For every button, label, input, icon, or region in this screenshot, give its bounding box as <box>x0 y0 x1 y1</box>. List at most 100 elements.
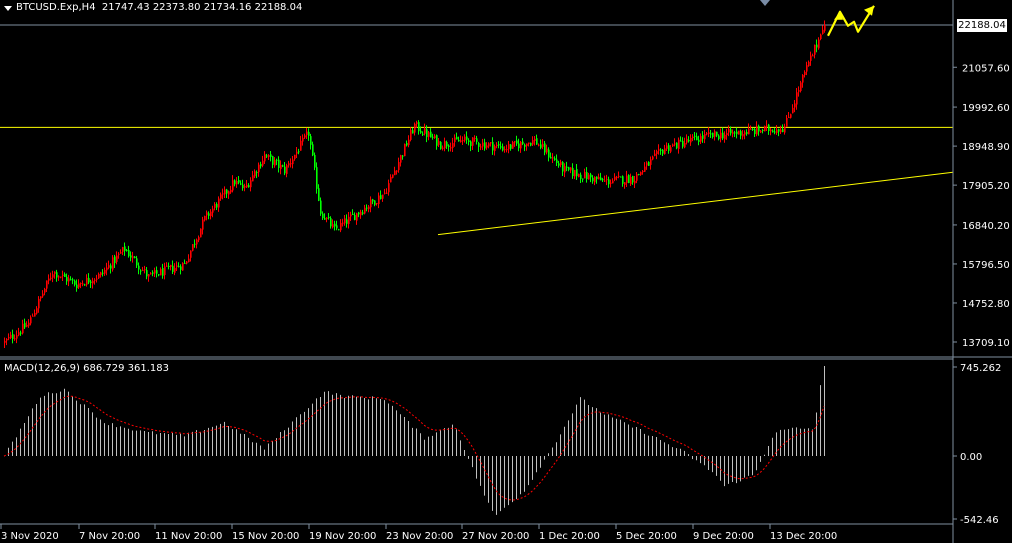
candle <box>84 283 86 286</box>
candle <box>498 141 500 149</box>
time-tick-label: 19 Nov 20:00 <box>309 531 376 542</box>
candle <box>344 215 346 226</box>
candle <box>304 133 306 140</box>
candle <box>378 192 380 209</box>
candle <box>632 175 634 185</box>
candle <box>546 144 548 155</box>
chart-window[interactable]: 21057.60 19992.60 18948.90 17905.20 16840.20… <box>0 0 1012 543</box>
candle <box>434 134 436 139</box>
candle <box>624 182 626 189</box>
candle <box>210 209 212 220</box>
candle <box>208 211 210 220</box>
candle <box>170 264 172 271</box>
chart-shift-marker-icon[interactable] <box>760 0 770 6</box>
candle <box>238 176 240 185</box>
main-price-panel <box>0 5 954 348</box>
candle <box>800 80 802 93</box>
candle <box>456 132 458 140</box>
candle <box>192 244 194 252</box>
candle <box>506 144 508 153</box>
candle <box>704 129 706 144</box>
candle <box>156 266 158 278</box>
candle <box>246 179 248 188</box>
candle <box>440 141 442 150</box>
candle <box>352 209 354 215</box>
candle <box>388 179 390 196</box>
candle <box>116 251 118 265</box>
candle <box>586 167 588 183</box>
chart-menu-triangle-icon[interactable] <box>4 6 12 11</box>
candle <box>760 129 762 134</box>
candle <box>666 142 668 151</box>
candle <box>792 104 794 114</box>
candle <box>746 129 748 136</box>
chart-canvas[interactable]: 21057.60 19992.60 18948.90 17905.20 16840.20… <box>0 0 1012 543</box>
candle <box>660 148 662 155</box>
candle <box>324 213 326 220</box>
candle <box>480 143 482 151</box>
price-tick-label: 18948.90 <box>962 142 1010 153</box>
candle <box>710 130 712 138</box>
candle <box>336 220 338 231</box>
candle <box>94 278 96 285</box>
candle <box>520 140 522 153</box>
candle <box>424 123 426 136</box>
candle <box>770 127 772 136</box>
candle <box>466 131 468 144</box>
candle <box>776 124 778 135</box>
candle <box>672 143 674 148</box>
candle <box>664 144 666 155</box>
candle <box>354 212 356 221</box>
candle <box>512 140 514 149</box>
candle <box>148 274 150 282</box>
candle <box>290 158 292 168</box>
macd-tick-label: 745.262 <box>960 363 1001 374</box>
candle <box>806 61 808 76</box>
candle <box>198 235 200 243</box>
candle <box>296 147 298 158</box>
candle <box>166 262 168 267</box>
candle <box>532 136 534 146</box>
macd-panel <box>3 365 825 515</box>
candle <box>442 145 444 151</box>
candle <box>620 176 622 178</box>
candle <box>200 228 202 238</box>
candle <box>78 279 80 290</box>
candle <box>214 202 216 211</box>
candle <box>458 136 460 142</box>
candle <box>768 123 770 135</box>
candle <box>570 167 572 174</box>
candle <box>798 86 800 97</box>
candle <box>748 123 750 135</box>
candle <box>682 137 684 149</box>
candle <box>648 161 650 167</box>
candle <box>20 330 22 336</box>
candle <box>168 262 170 270</box>
candle <box>278 156 280 173</box>
candle <box>384 188 386 195</box>
candle <box>390 174 392 183</box>
candle <box>186 261 188 265</box>
candle <box>386 188 388 195</box>
candle <box>462 136 464 146</box>
candle <box>374 200 376 207</box>
candle <box>758 124 760 136</box>
candle <box>64 272 66 277</box>
candle <box>82 280 84 287</box>
candle <box>596 176 598 184</box>
candle <box>584 168 586 179</box>
candle <box>544 140 546 156</box>
price-tick-label: 14752.80 <box>962 299 1010 310</box>
candle <box>138 262 140 275</box>
candle <box>58 275 60 281</box>
candle <box>756 121 758 137</box>
candle <box>616 175 618 181</box>
candle <box>438 137 440 147</box>
candle <box>508 141 510 154</box>
candle <box>662 149 664 157</box>
candle <box>598 173 600 180</box>
candle <box>44 287 46 296</box>
candle <box>478 141 480 152</box>
candle <box>218 196 220 212</box>
candle <box>240 180 242 186</box>
